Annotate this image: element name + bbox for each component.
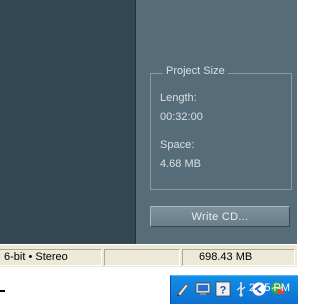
clock[interactable]: 2:15 PM [249, 282, 290, 294]
space-label: Space: [160, 139, 195, 151]
pen-icon[interactable] [175, 281, 191, 297]
length-label: Length: [160, 92, 197, 104]
status-spacer [104, 249, 180, 266]
monitor-icon[interactable] [195, 281, 211, 297]
help-icon[interactable]: ? [215, 281, 231, 297]
write-cd-button[interactable]: Write CD... [150, 206, 290, 227]
status-size: 698.43 MB [182, 249, 295, 266]
usb-icon[interactable] [233, 281, 249, 297]
status-bar: 6-bit • Stereo 698.43 MB [0, 244, 297, 268]
system-tray: ? 2:15 PM [170, 275, 298, 304]
status-format: 6-bit • Stereo [0, 249, 102, 266]
app-window: Project Size Length: 00:32:00 Space: 4.6… [0, 0, 297, 244]
space-value: 4.68 MB [160, 158, 201, 170]
taskbar-edge [0, 290, 5, 292]
left-panel [0, 0, 136, 244]
project-size-group [150, 73, 292, 190]
svg-text:?: ? [220, 285, 227, 297]
length-value: 00:32:00 [160, 111, 203, 123]
project-size-title: Project Size [163, 65, 228, 77]
